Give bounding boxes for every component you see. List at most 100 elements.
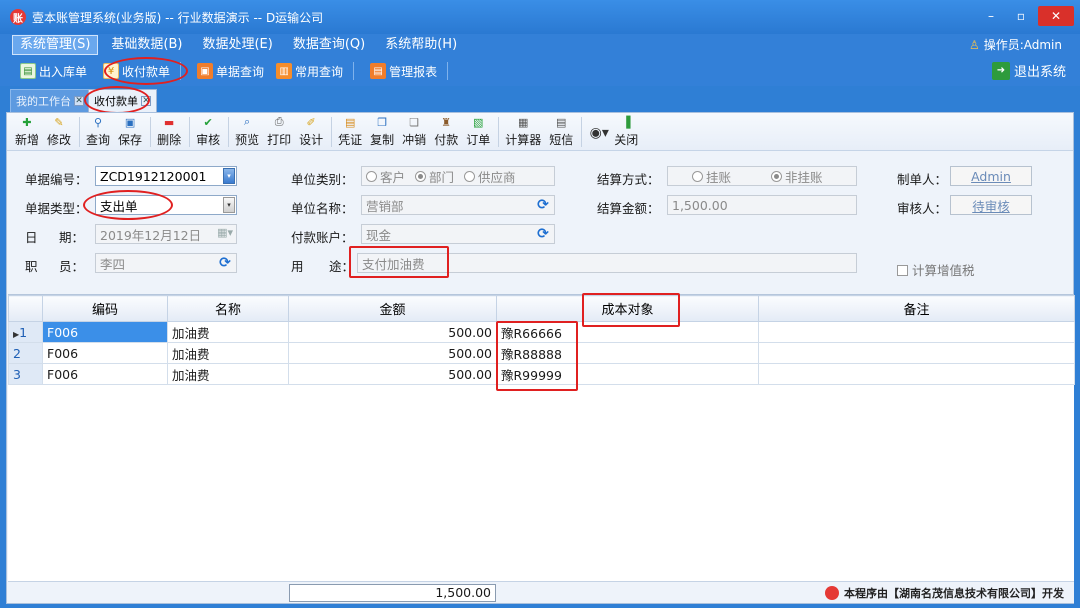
save-button[interactable]: ▣ 保存 — [118, 114, 142, 150]
col-note-header[interactable]: 备注 — [758, 295, 1075, 322]
vat-checkbox[interactable]: 计算增值税 — [897, 260, 975, 279]
design-button[interactable]: ✐ 设计 — [299, 114, 323, 150]
pay-button[interactable]: ♜ 付款 — [434, 114, 458, 150]
doc-type-label: 单据类型： — [25, 201, 88, 216]
voucher-icon: ▤ — [344, 115, 356, 129]
menu-data-processing[interactable]: 数据处理(E) — [195, 35, 279, 55]
highlight-box-cost-values — [496, 321, 578, 391]
doc-query-button[interactable]: ▣ 单据查询 — [193, 59, 268, 83]
doc-query-label: 单据查询 — [216, 64, 265, 79]
radio-department[interactable]: 部门 — [415, 167, 454, 186]
common-query-button[interactable]: ▥ 常用查询 — [272, 59, 347, 83]
col-code-header[interactable]: 编码 — [42, 295, 168, 322]
radio-customer[interactable]: 客户 — [366, 167, 405, 186]
common-query-label: 常用查询 — [295, 64, 344, 79]
door-exit-icon: ▐ — [622, 115, 631, 129]
radio-dot — [464, 170, 476, 182]
exit-system-button[interactable]: ➜ 退出系统 — [991, 61, 1066, 80]
edit-button[interactable]: ✎ 修改 — [47, 114, 71, 150]
cell-amount[interactable]: 500.00 — [288, 342, 497, 364]
cell-code[interactable]: F006 — [42, 321, 168, 343]
staff-field[interactable]: 李四 ⟳ — [95, 253, 237, 273]
menu-data-query[interactable]: 数据查询(Q) — [286, 35, 372, 55]
menu-system[interactable]: 系统管理(S) — [12, 35, 99, 55]
query-button[interactable]: ⚲ 查询 — [86, 114, 110, 150]
detail-grid: 编码 名称 金额 成本对象 备注 ▶1 F006 加油费 500.00 豫R66… — [8, 293, 1075, 581]
cell-code[interactable]: F006 — [42, 342, 168, 364]
radio-on-account[interactable]: 挂账 — [692, 167, 731, 186]
print-button[interactable]: ⎙ 打印 — [267, 114, 291, 150]
menu-help[interactable]: 系统帮助(H) — [378, 35, 464, 55]
copy-button[interactable]: ❐ 复制 — [370, 114, 394, 150]
preview-button[interactable]: ⌕ 预览 — [235, 114, 259, 150]
calculator-label: 计算器 — [505, 133, 542, 147]
account-field[interactable]: 现金 ⟳ — [361, 224, 555, 244]
refresh-icon[interactable]: ⟳ — [535, 226, 551, 242]
doc-no-dropdown-icon[interactable]: ▾ — [223, 168, 235, 184]
date-field[interactable]: 2019年12月12日 ▦▾ — [95, 224, 237, 244]
close-doc-button[interactable]: ▐ 关闭 — [614, 114, 638, 150]
unit-name-field[interactable]: 营销部 ⟳ — [361, 195, 555, 215]
cell-amount[interactable]: 500.00 — [288, 363, 497, 385]
cell-amount[interactable]: 500.00 — [288, 321, 497, 343]
maximize-button[interactable]: ▫ — [1008, 6, 1034, 26]
menu-basic-data[interactable]: 基础数据(B) — [104, 35, 189, 55]
cell-name[interactable]: 加油费 — [167, 342, 289, 364]
tab-workbench[interactable]: 我的工作台 ✕ — [10, 89, 90, 112]
refresh-icon[interactable]: ⟳ — [535, 197, 551, 213]
toolbar-separator — [498, 117, 500, 147]
amount-field[interactable]: 1,500.00 — [667, 195, 857, 215]
settle-radio-group: 挂账 非挂账 — [667, 166, 857, 186]
refresh-icon[interactable]: ⟳ — [217, 255, 233, 271]
close-button[interactable]: ✕ — [1038, 6, 1074, 26]
col-amount-header[interactable]: 金额 — [288, 295, 497, 322]
report-icon: ▤ — [370, 63, 387, 79]
auditor-link[interactable]: 待审核 — [950, 195, 1032, 215]
delete-button[interactable]: ▬ 删除 — [157, 114, 181, 150]
calendar-icon[interactable]: ▦▾ — [217, 226, 233, 239]
writeoff-button[interactable]: ❏ 冲销 — [402, 114, 426, 150]
toolbar-separator — [581, 117, 583, 147]
toolbar-separator — [353, 62, 355, 80]
cell-name[interactable]: 加油费 — [167, 363, 289, 385]
cell-name[interactable]: 加油费 — [167, 321, 289, 343]
cell-note[interactable] — [758, 342, 1075, 364]
grid-footer: 1,500.00 本程序由【湖南名茂信息技术有限公司】开发 — [8, 581, 1074, 603]
doc-no-field[interactable]: ZCD1912120001 ▾ — [95, 166, 237, 186]
minus-icon: ▬ — [163, 115, 175, 129]
cell-note[interactable] — [758, 363, 1075, 385]
bar-chart-icon: ▥ — [276, 63, 293, 79]
account-value: 现金 — [366, 227, 392, 243]
sms-button[interactable]: ▤ 短信 — [549, 114, 573, 150]
calculator-button[interactable]: ▦ 计算器 — [505, 114, 541, 150]
management-report-button[interactable]: ▤ 管理报表 — [366, 59, 441, 83]
maker-link[interactable]: Admin — [950, 166, 1032, 186]
inout-order-button[interactable]: ▤ 出入库单 — [16, 59, 91, 83]
doc-query-icon: ▣ — [197, 63, 214, 79]
purpose-label-a: 用 — [291, 259, 304, 274]
settle-label: 结算方式： — [597, 172, 660, 187]
close-tab-icon[interactable]: ✕ — [74, 96, 84, 106]
voucher-button[interactable]: ▤ 凭证 — [338, 114, 362, 150]
radio-supplier[interactable]: 供应商 — [464, 167, 516, 186]
order-button[interactable]: ▧ 订单 — [466, 114, 490, 150]
writeoff-label: 冲销 — [402, 133, 427, 147]
voucher-label: 凭证 — [338, 133, 363, 147]
calculator-icon: ▦ — [518, 115, 529, 129]
minimize-button[interactable]: – — [978, 6, 1004, 26]
doc-type-dropdown-icon[interactable]: ▾ — [223, 197, 235, 213]
options-dropdown[interactable]: ◉▾ — [588, 114, 610, 150]
radio-not-on-account[interactable]: 非挂账 — [771, 167, 823, 186]
add-button[interactable]: ✚ 新增 — [15, 114, 39, 150]
col-name-header[interactable]: 名称 — [167, 295, 289, 322]
toolbar-separator — [447, 62, 449, 80]
search-icon: ⚲ — [94, 115, 103, 129]
management-report-label: 管理报表 — [389, 64, 438, 79]
cell-note[interactable] — [758, 321, 1075, 343]
sms-label: 短信 — [549, 133, 574, 147]
cell-code[interactable]: F006 — [42, 363, 168, 385]
audit-button[interactable]: ✔ 审核 — [196, 114, 220, 150]
row-number: 2 — [8, 342, 43, 364]
window-title: 壹本账管理系统(业务版) -- 行业数据演示 -- D运输公司 — [32, 10, 324, 25]
toolbar-separator — [228, 117, 230, 147]
